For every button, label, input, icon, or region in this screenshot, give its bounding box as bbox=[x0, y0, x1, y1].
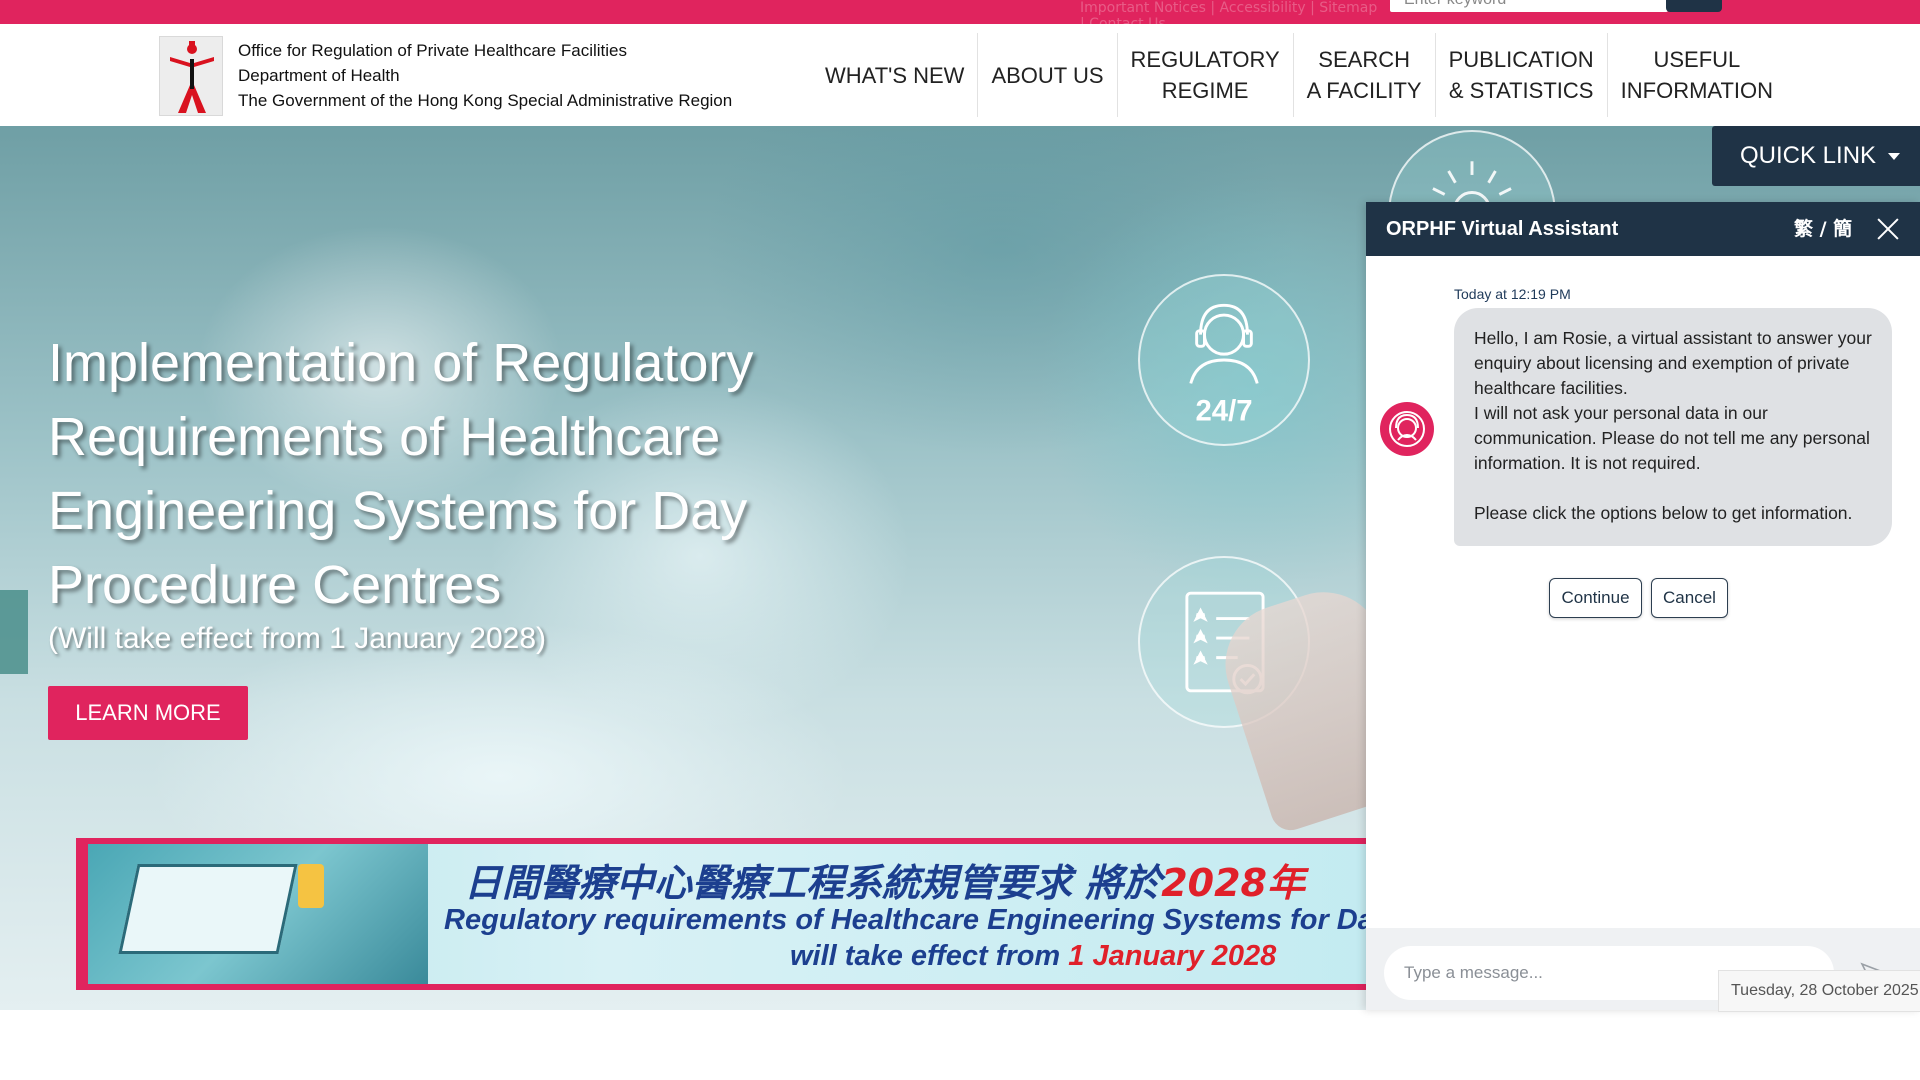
message-paragraph-2: Please click the options below to get in… bbox=[1474, 503, 1853, 523]
banner-english-line-2: will take effect from 1 January 2028 bbox=[790, 940, 1276, 973]
nav-whats-new[interactable]: WHAT'S NEW bbox=[812, 33, 979, 117]
quick-link-label: QUICK LINK bbox=[1740, 142, 1877, 169]
site-header: Office for Regulation of Private Healthc… bbox=[0, 24, 1920, 126]
nav-regulatory-regime[interactable]: REGULATORY REGIME bbox=[1118, 33, 1294, 117]
search-input[interactable]: Enter keyword bbox=[1390, 0, 1668, 12]
promo-banner-inner: 日間醫療中心醫療工程系統規管要求 將於2028年 Regulatory requ… bbox=[88, 844, 1386, 984]
cancel-button[interactable]: Cancel bbox=[1651, 578, 1728, 618]
nav-useful-information[interactable]: USEFUL INFORMATION bbox=[1608, 33, 1786, 117]
organization-name: Office for Regulation of Private Healthc… bbox=[238, 38, 732, 113]
banner-cn-year: 2028年 bbox=[1161, 861, 1305, 905]
support-agent-icon: 24/7 bbox=[1138, 274, 1310, 446]
org-line-1: Office for Regulation of Private Healthc… bbox=[238, 41, 627, 60]
banner-cn-main: 日間醫療中心醫療工程系統規管要求 將於 bbox=[464, 861, 1162, 905]
bot-message-bubble: Hello, I am Rosie, a virtual assistant t… bbox=[1454, 308, 1892, 546]
department-logo[interactable] bbox=[159, 36, 223, 116]
date-tag: Tuesday, 28 October 2025 bbox=[1718, 970, 1920, 1012]
nav-publication-statistics[interactable]: PUBLICATION & STATISTICS bbox=[1436, 33, 1608, 117]
message-timestamp: Today at 12:19 PM bbox=[1454, 286, 1571, 302]
continue-button[interactable]: Continue bbox=[1549, 578, 1642, 618]
learn-more-button[interactable]: LEARN MORE bbox=[48, 686, 248, 740]
virtual-assistant-panel: ORPHF Virtual Assistant 繁 / 簡 Today at 1… bbox=[1366, 202, 1920, 1012]
chat-footer: Type a message... Tuesday, 28 October 20… bbox=[1366, 928, 1920, 1012]
hero-icon-text: 24/7 bbox=[1195, 395, 1252, 428]
nav-search-facility[interactable]: SEARCH A FACILITY bbox=[1294, 33, 1436, 117]
promo-banner[interactable]: 日間醫療中心醫療工程系統規管要求 將於2028年 Regulatory requ… bbox=[76, 838, 1386, 990]
banner-chinese-text: 日間醫療中心醫療工程系統規管要求 將於2028年 bbox=[464, 852, 1305, 907]
message-paragraph-1: Hello, I am Rosie, a virtual assistant t… bbox=[1474, 328, 1872, 473]
hero-subtitle: (Will take effect from 1 January 2028) bbox=[48, 622, 546, 655]
quick-link-dropdown[interactable]: QUICK LINK bbox=[1712, 126, 1920, 186]
laptop-illustration bbox=[118, 864, 298, 954]
caret-down-icon bbox=[1888, 152, 1901, 160]
org-line-2: Department of Health bbox=[238, 66, 400, 85]
carousel-side-tab[interactable] bbox=[0, 590, 28, 674]
close-icon[interactable] bbox=[1876, 217, 1900, 241]
banner-en-prefix: will take effect from bbox=[790, 940, 1069, 972]
main-nav: WHAT'S NEW ABOUT US REGULATORY REGIME SE… bbox=[812, 24, 1786, 126]
chat-title: ORPHF Virtual Assistant bbox=[1386, 218, 1619, 240]
language-toggle[interactable]: 繁 / 簡 bbox=[1794, 202, 1852, 256]
utility-links[interactable]: Important Notices | Accessibility | Site… bbox=[1080, 0, 1380, 32]
chat-header: ORPHF Virtual Assistant 繁 / 簡 bbox=[1366, 202, 1920, 256]
search-button[interactable] bbox=[1666, 0, 1722, 12]
nav-about-us[interactable]: ABOUT US bbox=[978, 33, 1118, 117]
banner-english-line-1: Regulatory requirements of Healthcare En… bbox=[444, 904, 1386, 936]
org-line-3: The Government of the Hong Kong Special … bbox=[238, 91, 733, 110]
medicine-bottle-illustration bbox=[298, 864, 324, 908]
hero-title: Implementation of Regulatory Requirement… bbox=[48, 333, 754, 615]
bot-avatar bbox=[1380, 402, 1434, 456]
banner-illustration bbox=[88, 844, 428, 984]
banner-en-date: 1 January 2028 bbox=[1068, 940, 1277, 972]
